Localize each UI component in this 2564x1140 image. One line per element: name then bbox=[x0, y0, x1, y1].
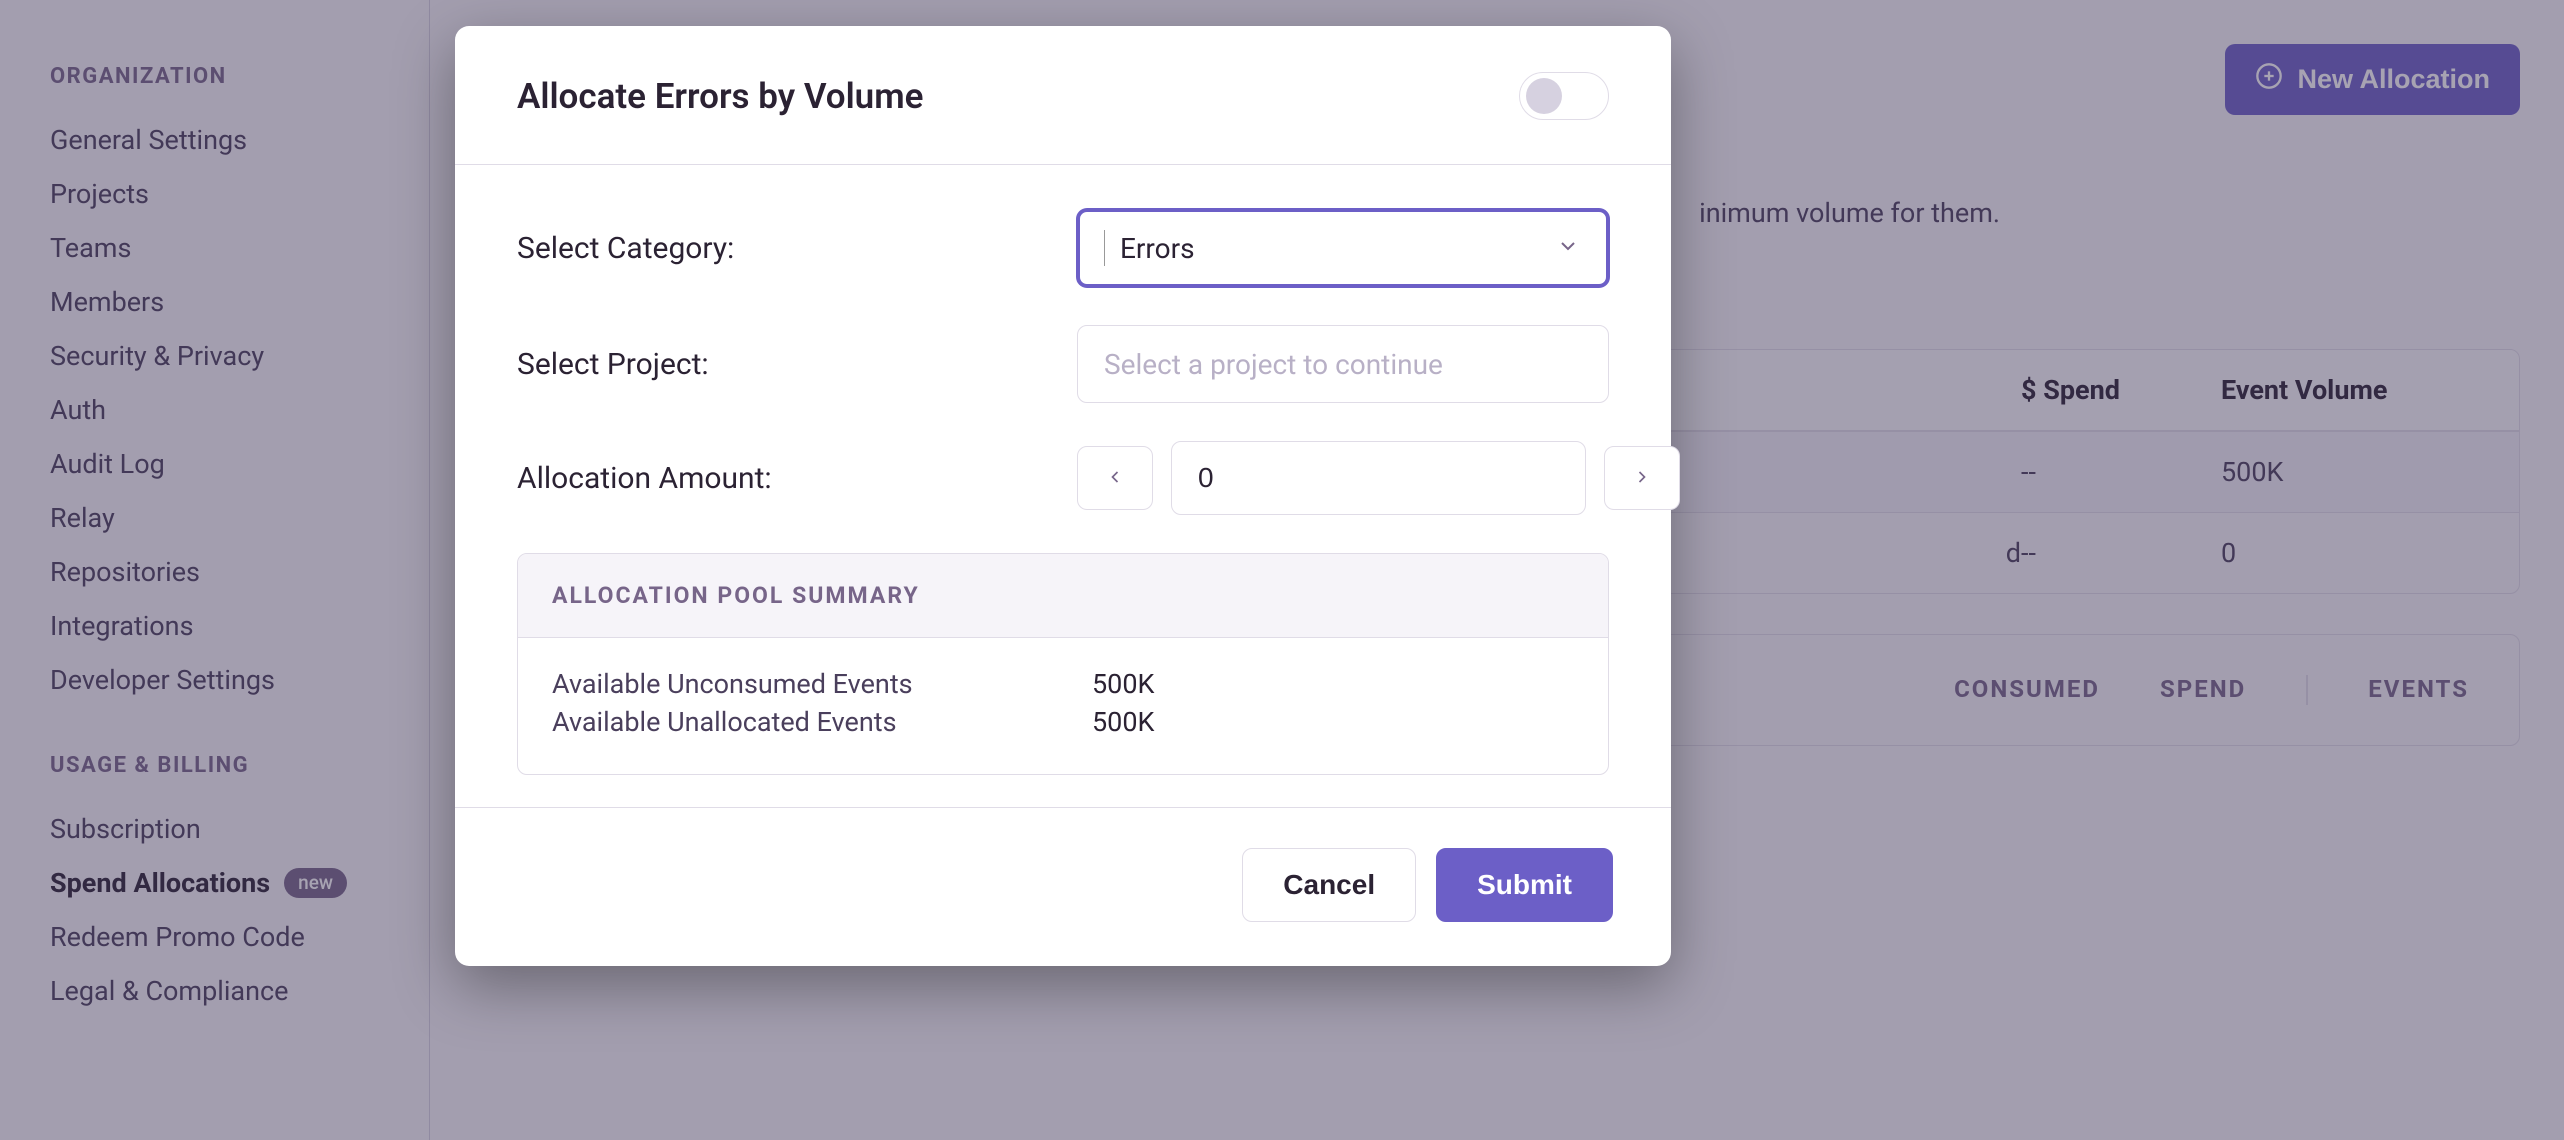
category-value: Errors bbox=[1106, 232, 1195, 265]
pool-title: ALLOCATION POOL SUMMARY bbox=[518, 554, 1608, 638]
modal-title: Allocate Errors by Volume bbox=[517, 76, 923, 117]
amount-row: Allocation Amount: bbox=[517, 441, 1609, 515]
amount-label: Allocation Amount: bbox=[517, 461, 1077, 496]
cancel-button[interactable]: Cancel bbox=[1242, 848, 1416, 922]
modal-body: Select Category: Errors Select Project: … bbox=[455, 165, 1671, 807]
category-row: Select Category: Errors bbox=[517, 209, 1609, 287]
project-row: Select Project: Select a project to cont… bbox=[517, 325, 1609, 403]
project-select[interactable]: Select a project to continue bbox=[1077, 325, 1609, 403]
allocation-pool-summary: ALLOCATION POOL SUMMARY Available Uncons… bbox=[517, 553, 1609, 775]
modal-header: Allocate Errors by Volume bbox=[455, 26, 1671, 165]
pool-line-value: 500K bbox=[1092, 706, 1574, 738]
chevron-down-icon bbox=[1556, 232, 1580, 265]
submit-button[interactable]: Submit bbox=[1436, 848, 1613, 922]
chevron-left-icon bbox=[1105, 463, 1125, 494]
pool-line-label: Available Unconsumed Events bbox=[552, 668, 1092, 700]
pool-line-label: Available Unallocated Events bbox=[552, 706, 1092, 738]
allocate-errors-modal: Allocate Errors by Volume Select Categor… bbox=[455, 26, 1671, 966]
modal-overlay[interactable]: Allocate Errors by Volume Select Categor… bbox=[0, 0, 2564, 1140]
pool-line-value: 500K bbox=[1092, 668, 1574, 700]
pool-line: Available Unconsumed Events 500K bbox=[552, 668, 1574, 700]
chevron-right-icon bbox=[1632, 463, 1652, 494]
volume-toggle[interactable] bbox=[1519, 72, 1609, 120]
amount-input[interactable] bbox=[1171, 441, 1586, 515]
amount-decrement-button[interactable] bbox=[1077, 446, 1153, 510]
category-label: Select Category: bbox=[517, 231, 1077, 266]
project-placeholder: Select a project to continue bbox=[1104, 348, 1443, 381]
modal-footer: Cancel Submit bbox=[455, 807, 1671, 966]
pool-line: Available Unallocated Events 500K bbox=[552, 706, 1574, 738]
amount-increment-button[interactable] bbox=[1604, 446, 1680, 510]
project-label: Select Project: bbox=[517, 347, 1077, 382]
category-select[interactable]: Errors bbox=[1077, 209, 1609, 287]
